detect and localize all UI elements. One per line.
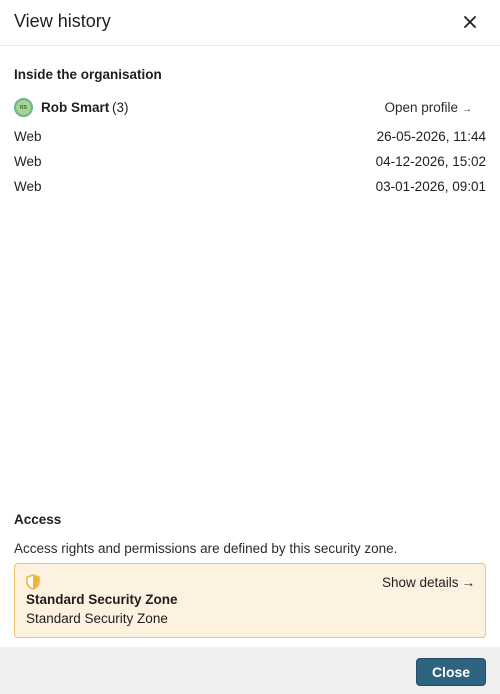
- history-source: Web: [14, 154, 42, 169]
- dialog-title: View history: [14, 11, 111, 31]
- organisation-section-title: Inside the organisation: [14, 67, 162, 82]
- arrow-right-icon: →: [462, 104, 472, 115]
- access-description: Access rights and permissions are define…: [14, 541, 398, 556]
- user-row: RS Rob Smart (3) Open profile →: [14, 98, 486, 118]
- history-source: Web: [14, 179, 42, 194]
- access-section-title: Access: [14, 512, 62, 527]
- history-source: Web: [14, 129, 42, 144]
- security-zone-name: Standard Security Zone: [26, 592, 178, 607]
- show-details-label: Show details: [381, 575, 459, 590]
- history-row: Web 26-05-2026, 11:44: [14, 129, 486, 149]
- history-timestamp: 26-05-2026, 11:44: [376, 129, 486, 144]
- shield-icon: [26, 574, 40, 590]
- avatar: RS: [14, 98, 33, 117]
- user-name: Rob Smart: [41, 100, 110, 115]
- history-row: Web 04-12-2026, 15:02: [14, 154, 486, 174]
- open-profile-link[interactable]: Open profile →: [384, 100, 472, 115]
- view-count: (3): [112, 100, 129, 115]
- view-history-dialog: View history Inside the organisation RS …: [0, 0, 500, 694]
- dialog-footer: Close: [0, 647, 500, 694]
- dialog-header: View history: [0, 0, 500, 46]
- close-icon[interactable]: [458, 10, 482, 34]
- history-row: Web 03-01-2026, 09:01: [14, 179, 486, 199]
- show-details-link[interactable]: Show details →: [382, 575, 475, 590]
- open-profile-label: Open profile: [384, 100, 458, 115]
- close-button[interactable]: Close: [416, 658, 486, 686]
- security-zone-subtitle: Standard Security Zone: [26, 611, 168, 626]
- history-timestamp: 04-12-2026, 15:02: [375, 154, 486, 169]
- arrow-right-icon: →: [461, 575, 476, 590]
- history-timestamp: 03-01-2026, 09:01: [375, 179, 486, 194]
- security-zone-card: Show details → Standard Security Zone Sta…: [14, 563, 486, 638]
